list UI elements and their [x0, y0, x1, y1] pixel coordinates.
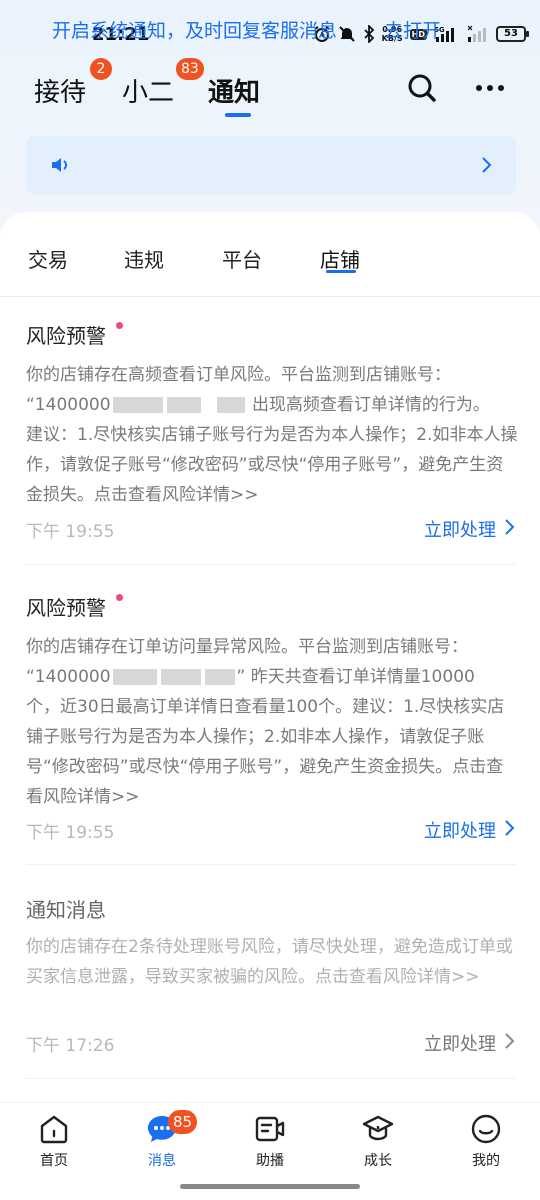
speaker-icon: [52, 158, 67, 172]
nav-growth[interactable]: 成长: [342, 1112, 414, 1170]
tab-xiaoer[interactable]: 小二: [122, 72, 174, 109]
nav-label: 助播: [256, 1153, 284, 1169]
message-time: 下午 19:55: [26, 823, 115, 843]
handle-now-button[interactable]: 立即处理: [424, 1030, 496, 1056]
message-body[interactable]: 你的店铺存在订单访问量异常风险。平台监测到店铺账号： “1400000” 昨天共…: [26, 632, 518, 812]
message-body[interactable]: 你的店铺存在2条待处理账号风险，请尽快处理，避免造成订单或买家信息泄露，导致买家…: [26, 932, 518, 992]
graduation-cap-icon: [362, 1115, 394, 1141]
handle-now-button[interactable]: 立即处理: [424, 516, 496, 542]
search-icon[interactable]: [406, 72, 438, 104]
nav-label: 消息: [148, 1153, 176, 1169]
reception-badge: 2: [90, 58, 112, 80]
redacted-account: [204, 669, 235, 685]
redacted-account: [112, 397, 163, 413]
message-divider: [26, 864, 516, 865]
message-time: 下午 17:26: [26, 1036, 115, 1056]
unread-dot: [116, 322, 123, 329]
unread-dot: [116, 594, 123, 601]
subtab-indicator: [326, 270, 356, 273]
subtab-platform[interactable]: 平台: [222, 244, 262, 273]
notice-text: 开启系统通知，及时回复客服消息: [52, 20, 338, 42]
message-title: 通知消息: [26, 898, 106, 922]
notification-banner[interactable]: [26, 136, 516, 194]
nav-live-assist[interactable]: 助播: [234, 1112, 306, 1170]
message-title: 风险预警: [26, 596, 106, 620]
tab-notifications[interactable]: 通知: [208, 72, 260, 109]
message-divider: [26, 564, 516, 565]
message-body[interactable]: 你的店铺存在高频查看订单风险。平台监测到店铺账号： “1400000 出现高频查…: [26, 360, 518, 510]
redacted-account: [216, 397, 245, 413]
more-icon[interactable]: [474, 72, 506, 104]
chevron-right-icon: [505, 519, 515, 535]
redacted-account: [112, 669, 157, 685]
home-indicator[interactable]: [180, 1184, 360, 1189]
battery-icon: 53: [496, 26, 529, 42]
tab-reception[interactable]: 接待: [34, 72, 86, 109]
chevron-right-icon: [505, 820, 515, 836]
home-icon: [40, 1115, 68, 1144]
subtab-violation[interactable]: 违规: [124, 244, 164, 273]
nav-label: 首页: [40, 1153, 68, 1169]
xiaoer-badge: 83: [176, 58, 204, 80]
subtab-store[interactable]: 店铺: [320, 244, 360, 273]
notice-open-button[interactable]: 去打开: [384, 16, 441, 43]
subtab-divider: [0, 296, 540, 297]
messages-badge: 85: [168, 1110, 198, 1134]
nav-home[interactable]: 首页: [18, 1112, 90, 1170]
nav-label: 我的: [472, 1153, 500, 1169]
message-time: 下午 19:55: [26, 522, 115, 542]
smiley-icon: [471, 1114, 501, 1144]
nav-mine[interactable]: 我的: [450, 1112, 522, 1170]
message-title: 风险预警: [26, 324, 106, 348]
mute-icon: [338, 26, 355, 42]
redacted-account: [166, 397, 201, 413]
handle-now-button[interactable]: 立即处理: [424, 817, 496, 843]
active-tab-indicator: [225, 113, 251, 117]
live-assist-icon: [255, 1116, 285, 1142]
bluetooth-icon: [364, 25, 374, 43]
redacted-account: [160, 669, 201, 685]
message-divider: [26, 1078, 516, 1079]
signal-weak-icon: [467, 25, 486, 42]
subtab-trade[interactable]: 交易: [28, 244, 68, 273]
chevron-right-icon: [482, 157, 492, 173]
chevron-right-icon: [505, 1033, 515, 1049]
nav-label: 成长: [364, 1153, 392, 1169]
